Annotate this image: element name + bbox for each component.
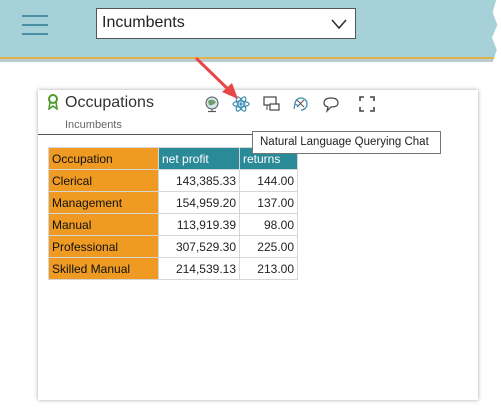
table-row: Management 154,959.20 137.00 xyxy=(48,191,298,214)
chevron-down-icon xyxy=(331,19,347,30)
torn-edge xyxy=(492,0,501,416)
panel-subtitle: Incumbents xyxy=(65,119,122,131)
net-profit-cell[interactable]: 143,385.33 xyxy=(158,169,240,192)
returns-cell[interactable]: 98.00 xyxy=(239,213,298,236)
subject-dropdown[interactable]: Incumbents xyxy=(96,8,356,39)
net-profit-cell[interactable]: 214,539.13 xyxy=(158,257,240,280)
presentation-icon[interactable] xyxy=(262,95,280,113)
atom-icon[interactable] xyxy=(232,95,250,113)
table-row: Clerical 143,385.33 144.00 xyxy=(48,169,298,192)
returns-cell[interactable]: 144.00 xyxy=(239,169,298,192)
occupation-cell[interactable]: Clerical xyxy=(48,169,159,192)
top-bar-shadow-line xyxy=(0,59,501,62)
toolbar-tooltip: Natural Language Querying Chat xyxy=(252,131,441,154)
occupation-cell[interactable]: Skilled Manual xyxy=(48,257,159,280)
column-header-occupation[interactable]: Occupation xyxy=(48,147,159,170)
occupation-cell[interactable]: Manual xyxy=(48,213,159,236)
dropdown-selected-value: Incumbents xyxy=(102,14,185,31)
returns-cell[interactable]: 213.00 xyxy=(239,257,298,280)
table-row: Skilled Manual 214,539.13 213.00 xyxy=(48,257,298,280)
chat-bubble-icon[interactable] xyxy=(322,95,340,113)
net-profit-cell[interactable]: 307,529.30 xyxy=(158,235,240,258)
hamburger-menu-icon[interactable] xyxy=(22,12,48,38)
chat-refresh-icon[interactable] xyxy=(292,95,310,113)
net-profit-cell[interactable]: 154,959.20 xyxy=(158,191,240,214)
occupations-table: Occupation net profit returns Clerical 1… xyxy=(48,147,298,280)
panel-divider xyxy=(38,134,253,135)
returns-cell[interactable]: 137.00 xyxy=(239,191,298,214)
panel-title: Occupations xyxy=(65,94,154,111)
occupation-cell[interactable]: Professional xyxy=(48,235,159,258)
returns-cell[interactable]: 225.00 xyxy=(239,235,298,258)
net-profit-cell[interactable]: 113,919.39 xyxy=(158,213,240,236)
ribbon-icon xyxy=(48,94,58,110)
table-row: Manual 113,919.39 98.00 xyxy=(48,213,298,236)
fullscreen-icon[interactable] xyxy=(358,95,376,113)
globe-icon[interactable] xyxy=(203,95,221,113)
column-header-net-profit[interactable]: net profit xyxy=(158,147,240,170)
occupation-cell[interactable]: Management xyxy=(48,191,159,214)
table-row: Professional 307,529.30 225.00 xyxy=(48,235,298,258)
